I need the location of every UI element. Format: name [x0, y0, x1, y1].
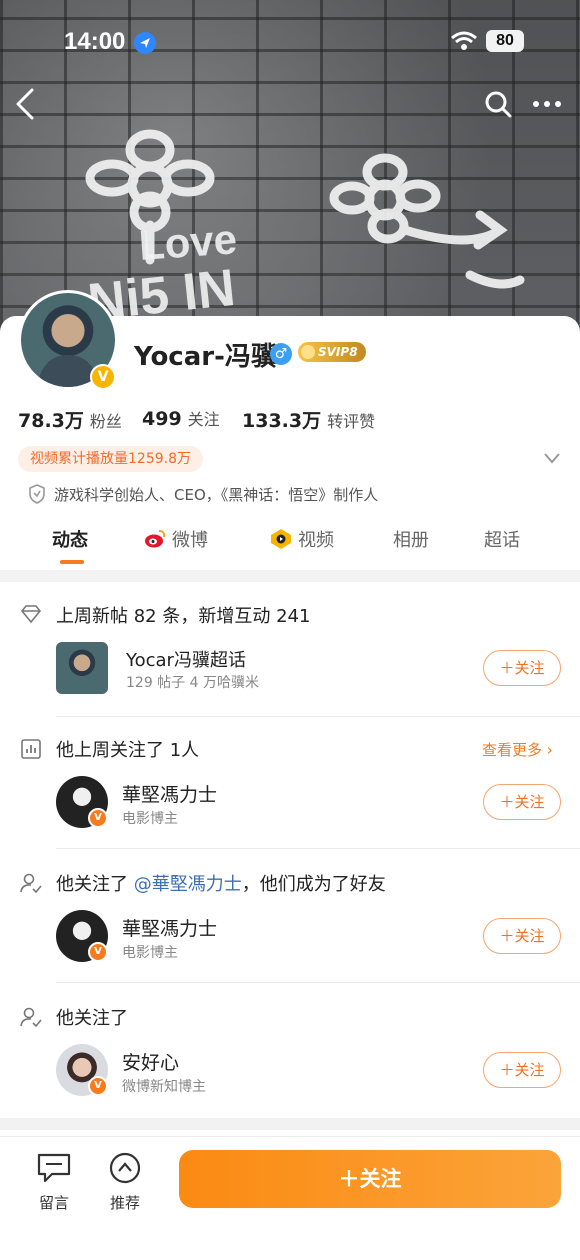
tab-dynamics[interactable]: 动态 [52, 524, 88, 558]
user-check-icon [20, 1007, 42, 1028]
bar-chart-icon [21, 739, 41, 759]
verified-small-icon: V [88, 942, 108, 962]
profile-name: Yocar-冯骥 [134, 342, 277, 372]
divider [56, 848, 580, 849]
super-topic-meta: 129 帖子 4 万哈骥米 [126, 675, 259, 691]
weekly-summary-title: 上周新帖 82 条，新增互动 241 [56, 606, 311, 627]
back-arrow-icon[interactable] [12, 86, 42, 122]
diamond-icon [20, 605, 42, 624]
message-button[interactable]: 留言 [24, 1152, 84, 1213]
profile-tabs: 动态 微博 视频 相册 超话 [0, 524, 580, 564]
intro-text: 游戏科学创始人、CEO，《黑神话：悟空》制作人 [54, 486, 379, 504]
follow-user-button[interactable]: ＋关注 [483, 918, 561, 954]
shield-icon [29, 484, 45, 504]
recommend-button[interactable]: 推荐 [95, 1152, 155, 1213]
tab-video[interactable]: 视频 [270, 524, 334, 558]
stat-interactions[interactable]: 133.3万 转评赞 [242, 406, 375, 433]
follow-user-button[interactable]: ＋关注 [483, 1052, 561, 1088]
tab-super-topic[interactable]: 超话 [484, 524, 520, 558]
male-gender-icon: ♂ [270, 343, 292, 365]
chevron-down-icon[interactable] [544, 452, 560, 464]
user-subtitle: 微博新知博主 [122, 1079, 206, 1095]
divider [56, 982, 580, 983]
location-icon [134, 32, 156, 54]
comment-icon [37, 1153, 71, 1183]
video-icon [271, 529, 291, 549]
follow-user-button[interactable]: ＋关注 [483, 784, 561, 820]
user-name[interactable]: 安好心 [122, 1048, 179, 1075]
user-check-icon [20, 873, 42, 894]
section-separator [0, 570, 580, 582]
search-icon[interactable] [484, 90, 512, 118]
tab-album[interactable]: 相册 [393, 524, 429, 558]
video-play-count-badge[interactable]: 视频累计播放量1259.8万 [18, 446, 203, 472]
followed-title: 他关注了 [56, 1008, 128, 1029]
divider [56, 716, 580, 717]
more-dots-icon[interactable] [532, 94, 562, 114]
battery-indicator: 80 [486, 30, 524, 52]
verified-small-icon: V [88, 808, 108, 828]
user-subtitle: 电影博主 [122, 811, 178, 827]
super-topic-name[interactable]: Yocar冯骥超话 [126, 646, 246, 672]
tab-weibo[interactable]: 微博 [144, 524, 208, 558]
user-name[interactable]: 華堅馮力士 [122, 780, 217, 807]
profile-intro: 游戏科学创始人、CEO，《黑神话：悟空》制作人 [28, 484, 378, 506]
cover-photo[interactable]: Love Ni5 IN 14:00 80 [0, 0, 580, 340]
mention-link[interactable]: @華堅馮力士 [134, 874, 242, 895]
followed-last-week-title: 他上周关注了 1人 [56, 740, 200, 761]
user-name[interactable]: 華堅馮力士 [122, 914, 217, 941]
recommend-label: 推荐 [109, 1194, 140, 1212]
follow-super-topic-button[interactable]: ＋关注 [483, 650, 561, 686]
svip-badge[interactable]: SVIP8 [298, 342, 366, 362]
became-friends-title: 他关注了 @華堅馮力士，他们成为了好友 [56, 874, 386, 895]
see-more-link[interactable]: 查看更多 › [482, 739, 553, 760]
stat-followers[interactable]: 78.3万 粉丝 [18, 406, 122, 433]
verified-badge-icon: V [90, 364, 116, 390]
message-label: 留言 [38, 1194, 69, 1212]
main-follow-button[interactable]: ＋关注 [179, 1150, 561, 1208]
verified-small-icon: V [88, 1076, 108, 1096]
wifi-icon [451, 31, 477, 50]
stat-following[interactable]: 499 关注 [142, 406, 220, 430]
section-separator [0, 1118, 580, 1130]
status-bar: 14:00 80 [0, 26, 580, 60]
weibo-icon [145, 530, 166, 548]
active-tab-indicator [60, 560, 84, 564]
user-subtitle: 电影博主 [122, 945, 178, 961]
status-time: 14:00 [64, 28, 126, 55]
chevron-up-circle-icon [109, 1152, 141, 1184]
super-topic-thumbnail[interactable] [56, 642, 108, 694]
